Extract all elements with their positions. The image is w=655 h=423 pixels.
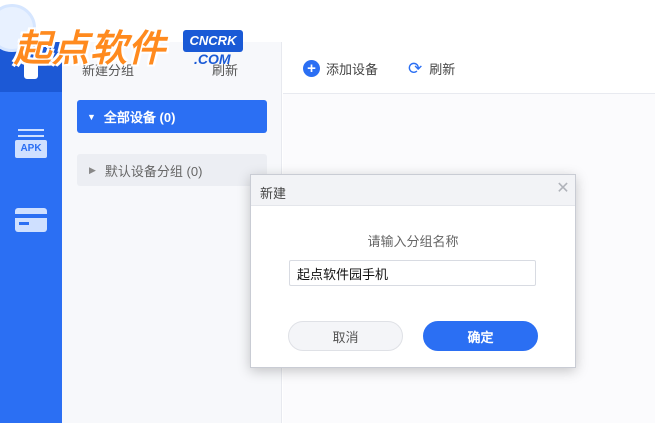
- add-device-button[interactable]: + 添加设备: [303, 58, 378, 78]
- apk-label: APK: [15, 139, 47, 158]
- refresh-icon: ⟳: [408, 58, 423, 78]
- refresh-label: 刷新: [429, 61, 456, 77]
- watermark-logo: 起点软件 CNCRK .COM: [0, 0, 250, 70]
- logo-cncrk-badge: CNCRK: [183, 30, 243, 52]
- group-item-label: 全部设备 (0): [103, 110, 176, 125]
- group-name-input[interactable]: [289, 260, 536, 286]
- group-item-default[interactable]: ▶ 默认设备分组 (0): [77, 154, 267, 186]
- new-group-dialog: 新建 ✕ 请输入分组名称 取消 确定: [250, 174, 576, 368]
- apk-icon[interactable]: APK: [14, 126, 48, 160]
- main-toolbar: + 添加设备 ⟳ 刷新: [283, 42, 655, 94]
- confirm-button[interactable]: 确定: [423, 321, 538, 351]
- group-item-all-devices[interactable]: ▼ 全部设备 (0): [77, 100, 267, 133]
- card-icon[interactable]: [15, 208, 47, 232]
- caret-right-icon: ▶: [89, 164, 96, 175]
- close-icon[interactable]: ✕: [555, 181, 571, 197]
- cancel-button[interactable]: 取消: [288, 321, 403, 351]
- group-item-label: 默认设备分组 (0): [104, 163, 203, 179]
- dialog-title: 新建: [260, 186, 287, 201]
- dialog-header: 新建 ✕: [251, 175, 575, 206]
- logo-brand-text: 起点软件: [14, 28, 166, 69]
- plus-circle-icon: +: [303, 59, 320, 77]
- logo-com-text: .COM: [194, 51, 231, 67]
- caret-down-icon: ▼: [87, 111, 96, 122]
- dialog-prompt: 请输入分组名称: [367, 234, 459, 249]
- refresh-button[interactable]: ⟳ 刷新: [408, 58, 455, 78]
- group-panel: 新建分组 刷新 ▼ 全部设备 (0) ▶ 默认设备分组 (0): [62, 42, 282, 423]
- add-device-label: 添加设备: [326, 61, 379, 77]
